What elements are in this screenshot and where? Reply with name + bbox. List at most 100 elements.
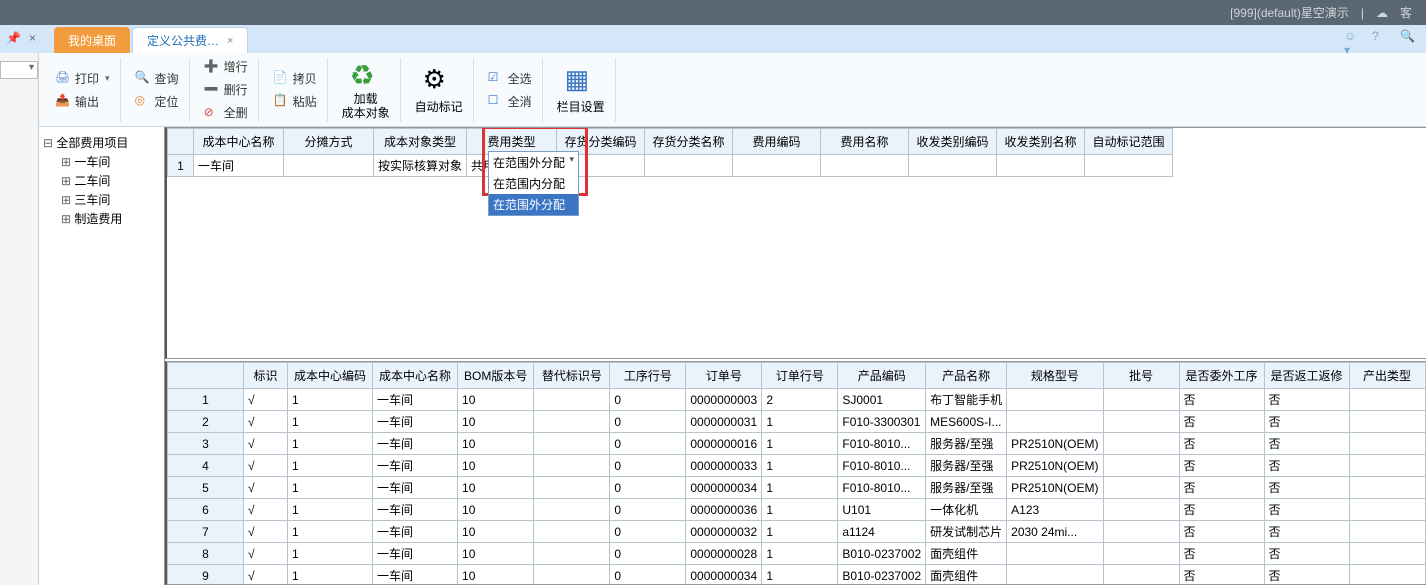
lower-th-3[interactable]: 成本中心名称 <box>373 363 458 389</box>
auto-mark-range-cell[interactable] <box>1085 155 1173 177</box>
cell-ordl[interactable]: 1 <box>762 543 838 565</box>
cell-rw[interactable]: 否 <box>1264 389 1349 411</box>
cell-ow[interactable]: 否 <box>1179 499 1264 521</box>
cell-ccode[interactable]: 1 <box>288 543 373 565</box>
cell-ordl[interactable]: 1 <box>762 477 838 499</box>
cell-ccode[interactable]: 1 <box>288 521 373 543</box>
cell-ord[interactable]: 0000000032 <box>686 521 762 543</box>
cell-pname[interactable]: MES600S-I... <box>926 411 1007 433</box>
cell-batch[interactable] <box>1103 411 1179 433</box>
cell-ord[interactable]: 0000000016 <box>686 433 762 455</box>
cell-pcode[interactable]: F010-8010... <box>838 477 926 499</box>
upper-th-11[interactable]: 自动标记范围 <box>1085 129 1173 155</box>
upper-th-0[interactable] <box>168 129 194 155</box>
cell-pname[interactable]: 一体化机 <box>926 499 1007 521</box>
cell-cname[interactable]: 一车间 <box>373 411 458 433</box>
cell-batch[interactable] <box>1103 499 1179 521</box>
tab-define-fee[interactable]: 定义公共费… × <box>132 27 248 53</box>
cell-alt[interactable] <box>534 433 610 455</box>
lower-table-row[interactable]: 9√1一车间10000000000341B010-0237002面壳组件否否 <box>168 565 1426 585</box>
cell-pcode[interactable]: F010-8010... <box>838 455 926 477</box>
cell-ord[interactable]: 0000000033 <box>686 455 762 477</box>
cell-ordl[interactable]: 1 <box>762 411 838 433</box>
cell-spec[interactable] <box>1007 543 1103 565</box>
copy-button[interactable]: 📄拷贝 <box>269 68 321 89</box>
cell-batch[interactable] <box>1103 477 1179 499</box>
upper-th-10[interactable]: 收发类别名称 <box>997 129 1085 155</box>
cell-proc[interactable]: 0 <box>610 499 686 521</box>
cell-alt[interactable] <box>534 543 610 565</box>
cell-pname[interactable]: 服务器/至强 <box>926 433 1007 455</box>
cell-mark[interactable]: √ <box>244 543 288 565</box>
query-button[interactable]: 🔍查询 <box>131 68 183 89</box>
print-button[interactable]: 🖨打印▾ <box>51 68 114 89</box>
svc-label[interactable]: 客 <box>1400 4 1412 21</box>
cell-mark[interactable]: √ <box>244 433 288 455</box>
cell-spec[interactable] <box>1007 389 1103 411</box>
cell-ow[interactable]: 否 <box>1179 411 1264 433</box>
cell-ccode[interactable]: 1 <box>288 389 373 411</box>
column-settings-button[interactable]: ▦ 栏目设置 <box>547 58 616 122</box>
cell-alt[interactable] <box>534 455 610 477</box>
upper-th-8[interactable]: 费用名称 <box>821 129 909 155</box>
cell-mark[interactable]: √ <box>244 477 288 499</box>
cell-out[interactable] <box>1349 411 1425 433</box>
cell-mark[interactable]: √ <box>244 565 288 585</box>
cell-cname[interactable]: 一车间 <box>373 477 458 499</box>
cell-rw[interactable]: 否 <box>1264 499 1349 521</box>
cell-pcode[interactable]: B010-0237002 <box>838 543 926 565</box>
cell-rw[interactable]: 否 <box>1264 565 1349 585</box>
cell-cname[interactable]: 一车间 <box>373 565 458 585</box>
cell-out[interactable] <box>1349 455 1425 477</box>
delrow-button[interactable]: ➖删行 <box>200 79 252 100</box>
select-all-button[interactable]: ☑全选 <box>484 68 536 89</box>
sidebar-dropdown[interactable] <box>0 61 38 79</box>
load-cost-obj-button[interactable]: ♻ 加载 成本对象 <box>332 58 401 122</box>
lower-table-row[interactable]: 4√1一车间10000000000331F010-8010...服务器/至强PR… <box>168 455 1426 477</box>
cell-mark[interactable]: √ <box>244 521 288 543</box>
lower-table-row[interactable]: 7√1一车间10000000000321a1124研发试制芯片2030 24mi… <box>168 521 1426 543</box>
lower-th-15[interactable]: 产出类型 <box>1349 363 1425 389</box>
cell-proc[interactable]: 0 <box>610 565 686 585</box>
fee-name-cell[interactable] <box>821 155 909 177</box>
cell-ow[interactable]: 否 <box>1179 565 1264 585</box>
lower-table-row[interactable]: 8√1一车间10000000000281B010-0237002面壳组件否否 <box>168 543 1426 565</box>
cell-alt[interactable] <box>534 499 610 521</box>
cell-ord[interactable]: 0000000036 <box>686 499 762 521</box>
lower-th-6[interactable]: 工序行号 <box>610 363 686 389</box>
cell-pname[interactable]: 服务器/至强 <box>926 455 1007 477</box>
tree-root[interactable]: 全部费用项目 <box>43 133 160 152</box>
cell-spec[interactable]: 2030 24mi... <box>1007 521 1103 543</box>
cell-spec[interactable]: A123 <box>1007 499 1103 521</box>
tab-desktop[interactable]: 我的桌面 <box>54 27 130 53</box>
dropdown-selected[interactable]: 在范围外分配 <box>489 152 578 173</box>
cell-ord[interactable]: 0000000003 <box>686 389 762 411</box>
inv-class-name-cell[interactable] <box>645 155 733 177</box>
export-button[interactable]: 📤输出 <box>51 91 114 112</box>
lower-table-row[interactable]: 3√1一车间10000000000161F010-8010...服务器/至强PR… <box>168 433 1426 455</box>
lower-th-14[interactable]: 是否返工返修 <box>1264 363 1349 389</box>
cell-proc[interactable]: 0 <box>610 543 686 565</box>
dropdown-option-2[interactable]: 在范围外分配 <box>489 194 578 215</box>
lower-th-12[interactable]: 批号 <box>1103 363 1179 389</box>
cell-bom[interactable]: 10 <box>458 433 534 455</box>
cell-ord[interactable]: 0000000034 <box>686 477 762 499</box>
cell-batch[interactable] <box>1103 455 1179 477</box>
cell-rw[interactable]: 否 <box>1264 543 1349 565</box>
upper-th-9[interactable]: 收发类别编码 <box>909 129 997 155</box>
cell-ordl[interactable]: 1 <box>762 433 838 455</box>
cell-mark[interactable]: √ <box>244 455 288 477</box>
locate-button[interactable]: ◎定位 <box>131 91 183 112</box>
cell-rw[interactable]: 否 <box>1264 477 1349 499</box>
cell-cname[interactable]: 一车间 <box>373 543 458 565</box>
cell-proc[interactable]: 0 <box>610 433 686 455</box>
cell-bom[interactable]: 10 <box>458 565 534 585</box>
upper-th-7[interactable]: 费用编码 <box>733 129 821 155</box>
lower-th-11[interactable]: 规格型号 <box>1007 363 1103 389</box>
cell-mark[interactable]: √ <box>244 499 288 521</box>
cell-ccode[interactable]: 1 <box>288 455 373 477</box>
pin-icon[interactable]: 📌 <box>6 31 21 45</box>
cell-rw[interactable]: 否 <box>1264 521 1349 543</box>
cell-pcode[interactable]: F010-8010... <box>838 433 926 455</box>
io-class-name-cell[interactable] <box>997 155 1085 177</box>
